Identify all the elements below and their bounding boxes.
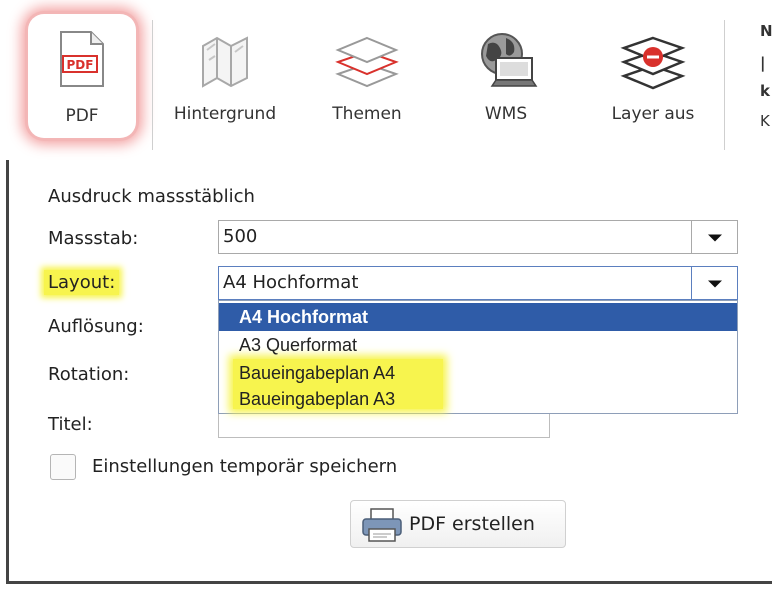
section-title: Ausdruck massstäblich: [48, 186, 255, 207]
create-pdf-label: PDF erstellen: [409, 513, 535, 535]
layout-select[interactable]: A4 Hochformat: [218, 266, 738, 300]
rotation-label: Rotation:: [48, 364, 130, 385]
map-fold-icon: [195, 30, 255, 96]
tool-layer-aus[interactable]: Layer aus: [598, 14, 708, 138]
save-settings-checkbox[interactable]: [50, 454, 76, 480]
toolbar-divider: [152, 20, 153, 150]
toolbar-overflow: N | k K: [760, 22, 772, 130]
scale-label: Massstab:: [48, 228, 139, 249]
tool-pdf[interactable]: PDF PDF: [28, 14, 136, 138]
layout-dropdown-list: A4 Hochformat A3 Querformat Baueingabepl…: [218, 300, 738, 414]
printer-icon: [361, 507, 405, 547]
scale-dropdown-button[interactable]: [691, 221, 737, 253]
layout-option[interactable]: Baueingabeplan A4: [219, 359, 737, 387]
pdf-icon-text: PDF: [67, 58, 94, 72]
toolbar-divider: [724, 20, 725, 150]
tool-wms-label: WMS: [484, 104, 528, 124]
tool-themen-label: Themen: [332, 104, 402, 124]
chevron-down-icon: [707, 234, 722, 242]
tool-hintergrund[interactable]: Hintergrund: [162, 14, 288, 138]
layers-icon: [334, 30, 400, 96]
layout-dropdown-button[interactable]: [691, 267, 737, 299]
save-settings-label: Einstellungen temporär speichern: [92, 456, 398, 477]
pdf-icon: PDF: [57, 30, 107, 92]
layout-option[interactable]: Baueingabeplan A3: [219, 385, 737, 413]
tool-layer-aus-label: Layer aus: [611, 104, 695, 124]
chevron-down-icon: [707, 280, 722, 288]
tool-themen[interactable]: Themen: [318, 14, 416, 138]
layout-option[interactable]: A4 Hochformat: [219, 303, 737, 331]
scale-value: 500: [223, 226, 258, 247]
scale-select[interactable]: 500: [218, 220, 738, 254]
resolution-label: Auflösung:: [48, 316, 144, 337]
tool-pdf-label: PDF: [65, 106, 99, 126]
tool-wms[interactable]: WMS: [466, 14, 546, 138]
title-label: Titel:: [48, 414, 93, 435]
toolbar: PDF PDF Hintergrund Themen WMS Layer aus…: [0, 0, 772, 160]
layout-value: A4 Hochformat: [223, 272, 359, 293]
layers-off-icon: [620, 30, 686, 96]
globe-computer-icon: [474, 30, 538, 96]
layout-option[interactable]: A3 Querformat: [219, 331, 737, 359]
tool-hintergrund-label: Hintergrund: [173, 104, 277, 124]
layout-label: Layout:: [44, 270, 120, 295]
create-pdf-button[interactable]: PDF erstellen: [350, 500, 566, 548]
